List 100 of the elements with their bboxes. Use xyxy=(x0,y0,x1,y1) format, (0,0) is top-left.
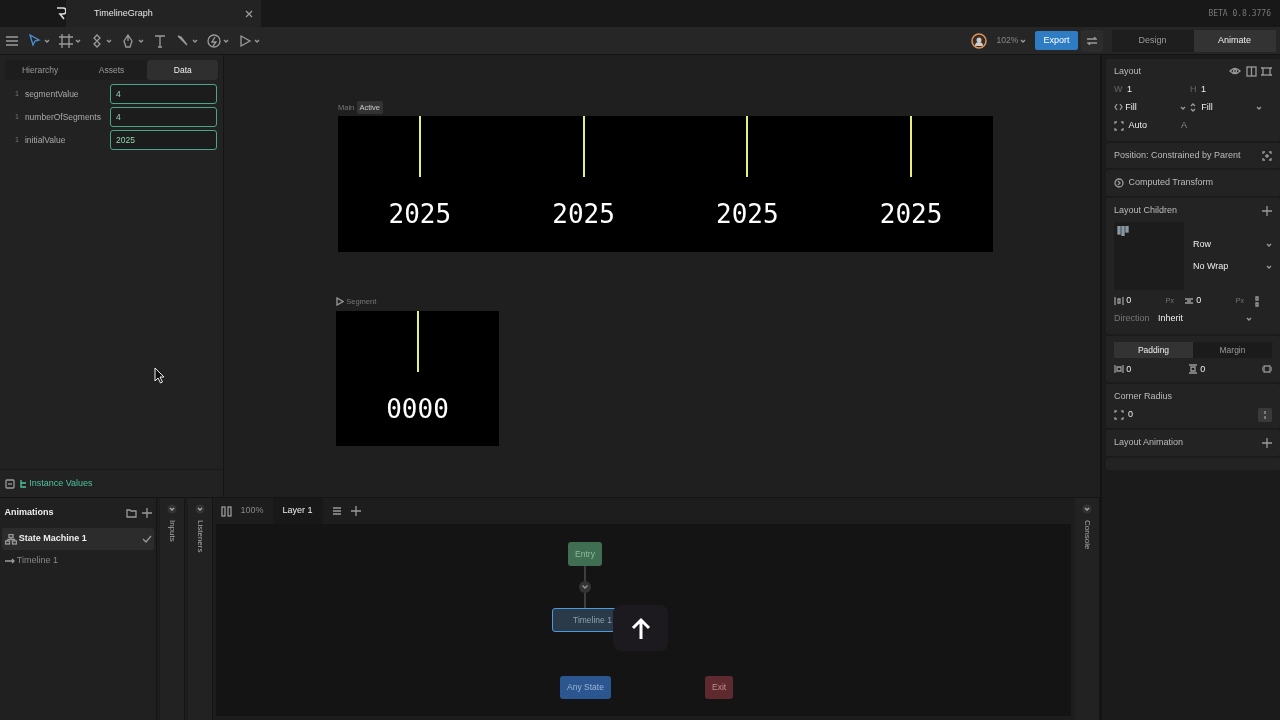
tree-icon xyxy=(19,479,27,488)
columns-icon[interactable] xyxy=(1245,66,1257,78)
gap-value[interactable]: 0 xyxy=(1126,294,1132,308)
section-title: Layout Children xyxy=(1114,203,1178,217)
vertical-padding-icon xyxy=(1188,364,1198,375)
spacing-tab[interactable]: Padding xyxy=(1114,342,1193,358)
caret-icon[interactable] xyxy=(1266,265,1272,269)
mode-tab[interactable]: Design xyxy=(1111,29,1194,52)
width-value[interactable]: 1 xyxy=(1127,83,1132,97)
side-tab[interactable]: Inputs xyxy=(166,520,178,542)
position-label: Position: Constrained by Parent xyxy=(1114,148,1241,162)
caret-icon[interactable] xyxy=(1266,242,1272,247)
instance-values-link[interactable]: Instance Values xyxy=(19,476,93,491)
arrow-icon xyxy=(4,557,15,565)
caret-icon[interactable] xyxy=(254,38,261,43)
caret-icon[interactable] xyxy=(223,38,229,43)
alignment-grid[interactable] xyxy=(1114,221,1184,290)
marker-line xyxy=(418,116,421,177)
field-label: Direction xyxy=(1114,312,1151,326)
panel-tab[interactable]: Hierarchy xyxy=(4,59,76,81)
up-arrow-icon xyxy=(629,616,652,640)
radius-value[interactable]: 0 xyxy=(1128,408,1133,422)
tab-title[interactable]: TimelineGraph xyxy=(94,6,153,21)
play-icon[interactable] xyxy=(238,33,252,48)
auto-value[interactable]: Auto xyxy=(1128,119,1177,133)
sizing-dropdown[interactable]: Fill xyxy=(1201,101,1213,115)
collapse-icon[interactable] xyxy=(1082,504,1092,514)
side-tab[interactable]: Listeners xyxy=(194,520,206,553)
caret-icon[interactable] xyxy=(106,38,113,43)
flow-dropdown[interactable]: No Wrap xyxy=(1193,260,1229,274)
caret-icon[interactable] xyxy=(1180,105,1186,110)
caret-icon[interactable] xyxy=(137,38,144,43)
value-text: 2025 xyxy=(879,199,943,229)
flow-dropdown[interactable]: Row xyxy=(1193,237,1211,252)
pointer-icon[interactable] xyxy=(27,33,42,48)
padding-value[interactable]: 0 xyxy=(1200,362,1206,376)
text-icon[interactable] xyxy=(152,33,167,48)
gap-value[interactable]: 0 xyxy=(1196,294,1202,308)
close-icon[interactable] xyxy=(245,9,253,18)
marker-line xyxy=(746,116,749,177)
swap-icon[interactable] xyxy=(1086,36,1097,45)
property-label: numberOfSegments xyxy=(24,110,102,124)
value-text: 2025 xyxy=(552,199,615,229)
value-field[interactable]: 4 xyxy=(110,107,217,127)
state-node[interactable]: Any State xyxy=(560,676,611,699)
animation-item[interactable]: Timeline 1 xyxy=(2,550,154,572)
pen-icon[interactable] xyxy=(121,33,136,48)
list-icon[interactable] xyxy=(331,506,342,516)
folder-icon[interactable] xyxy=(126,508,137,518)
property-label: segmentValue xyxy=(24,87,80,101)
value-text: 2025 xyxy=(388,199,452,229)
panel-icon[interactable] xyxy=(4,478,15,489)
constraint-icon[interactable] xyxy=(1262,150,1272,161)
avatar-icon[interactable] xyxy=(971,32,988,49)
bolt-icon[interactable] xyxy=(206,33,221,48)
side-tab[interactable]: Console xyxy=(1081,520,1093,550)
version-label: BETA 0.8.3776 xyxy=(1208,7,1271,20)
corner-radius-icon xyxy=(1114,410,1124,420)
layer-tab[interactable]: Layer 1 xyxy=(272,498,323,524)
horizontal-arrows-icon xyxy=(1114,103,1123,113)
caret-icon[interactable] xyxy=(43,38,50,43)
spacing-tab[interactable]: Margin xyxy=(1193,342,1272,358)
section-title: Computed Transform xyxy=(1128,176,1214,190)
frame-icon[interactable] xyxy=(1261,66,1272,78)
plus-icon[interactable] xyxy=(141,508,152,518)
padding-icon[interactable] xyxy=(1262,364,1272,375)
pause-icon[interactable] xyxy=(220,505,232,517)
value-field[interactable]: 2025 xyxy=(110,130,217,150)
cursor-icon xyxy=(154,367,166,384)
panel-tab[interactable]: Data xyxy=(147,59,219,81)
corners-icon xyxy=(1114,120,1124,131)
zoom-dropdown[interactable]: 102% xyxy=(996,34,1019,47)
link-button[interactable] xyxy=(1258,408,1272,422)
caret-icon[interactable] xyxy=(1256,105,1262,110)
height-value[interactable]: 1 xyxy=(1201,83,1206,97)
collapse-icon[interactable] xyxy=(195,504,205,514)
eye-icon[interactable] xyxy=(1229,66,1241,77)
plus-icon[interactable] xyxy=(1262,205,1272,216)
mode-tab[interactable]: Animate xyxy=(1193,29,1276,52)
panel-tab[interactable]: Assets xyxy=(75,59,148,81)
value-field[interactable]: 4 xyxy=(110,84,217,104)
plus-icon[interactable] xyxy=(1262,437,1272,448)
frame-icon[interactable] xyxy=(58,33,73,48)
padding-value[interactable]: 0 xyxy=(1126,362,1132,376)
animation-item[interactable]: State Machine 1 xyxy=(2,528,154,550)
check-icon xyxy=(141,535,152,543)
direction-dropdown[interactable]: Inherit xyxy=(1158,312,1183,326)
caret-icon[interactable] xyxy=(1246,317,1252,321)
caret-icon[interactable] xyxy=(191,38,198,43)
section-title: Layout Animation xyxy=(1114,436,1184,449)
collapse-icon[interactable] xyxy=(167,504,177,514)
play-icon[interactable] xyxy=(336,297,344,307)
plus-icon[interactable] xyxy=(350,506,361,516)
expand-icon[interactable] xyxy=(1114,178,1124,188)
sizing-dropdown[interactable]: Fill xyxy=(1125,101,1137,115)
caret-icon[interactable] xyxy=(75,38,81,43)
caret-icon[interactable] xyxy=(1020,38,1027,43)
export-button[interactable]: Export xyxy=(1035,30,1078,51)
state-node[interactable]: Exit xyxy=(705,676,734,699)
menu-icon[interactable] xyxy=(4,34,19,47)
